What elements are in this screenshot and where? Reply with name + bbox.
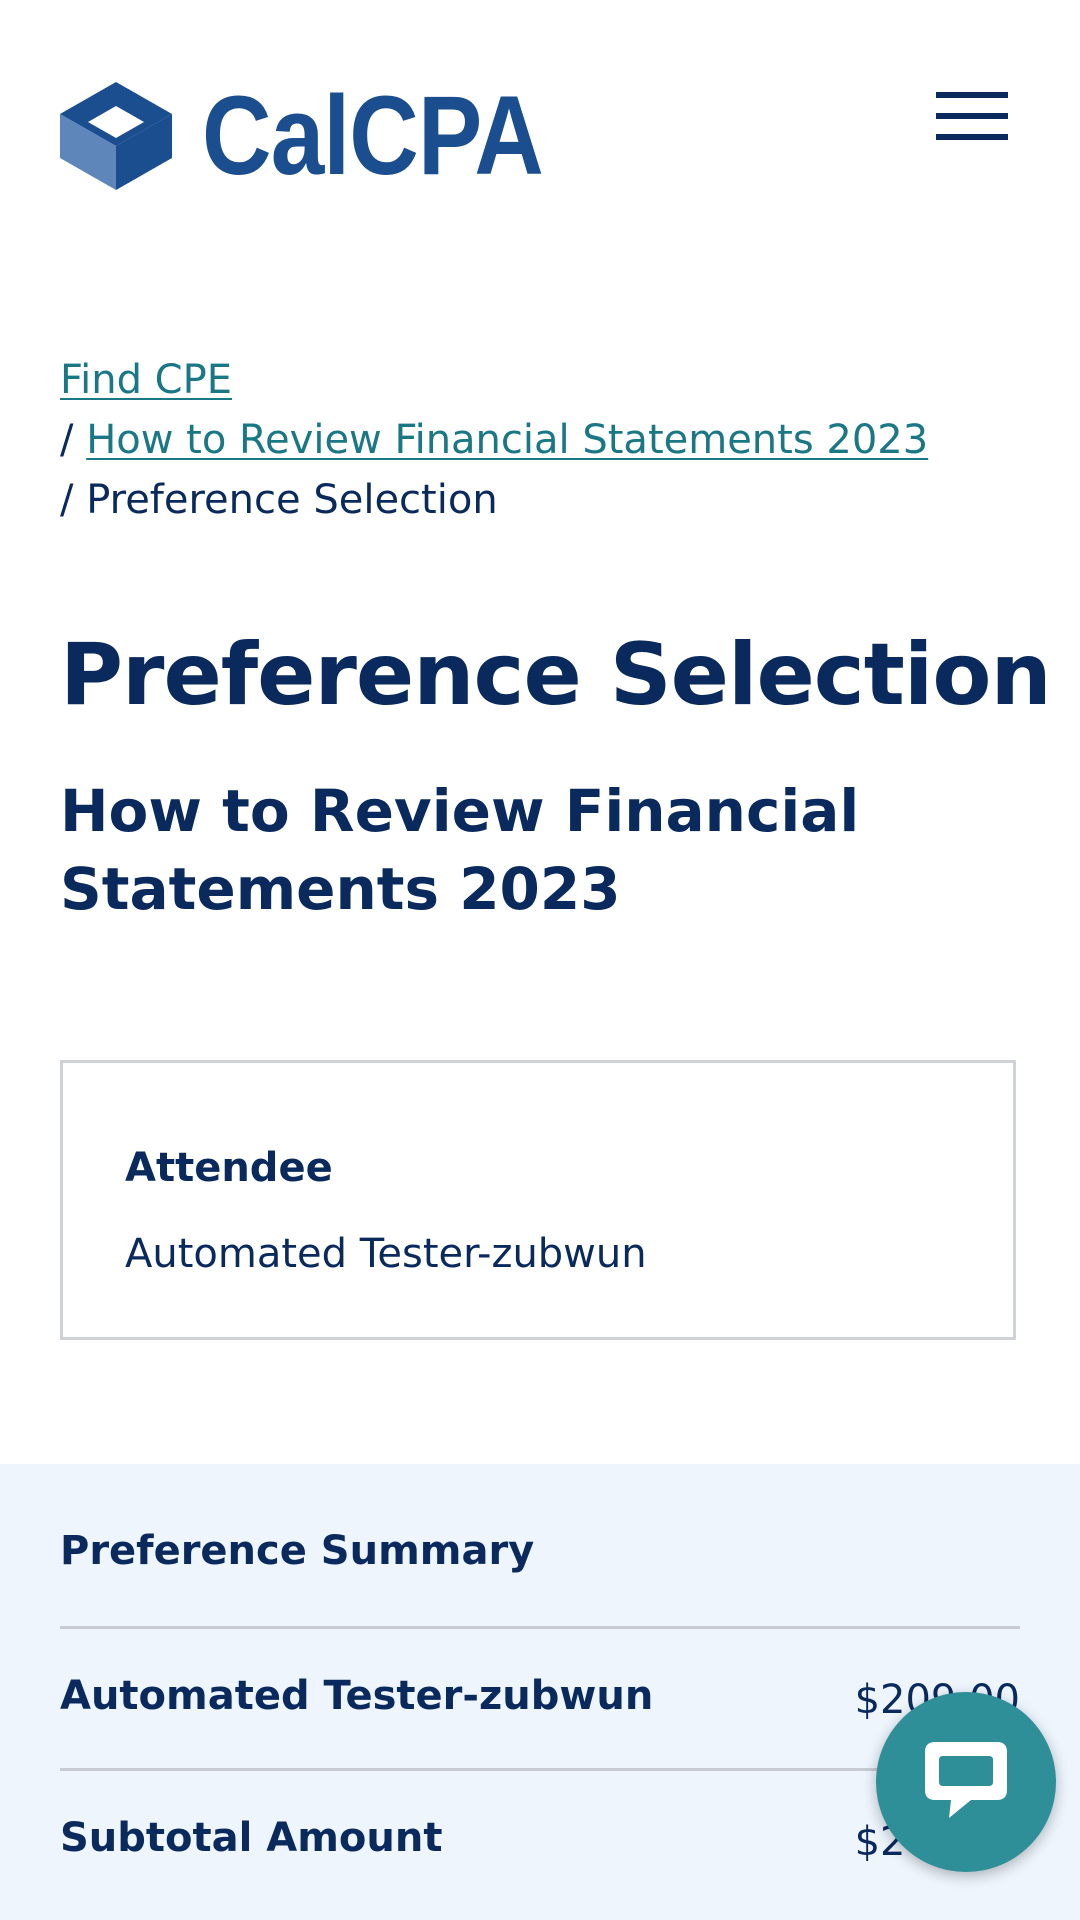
calcpa-logo-mark-icon [60, 82, 172, 190]
summary-row-attendee: Automated Tester-zubwun $209.00 [60, 1666, 1020, 1726]
site-header: CalCPA [0, 0, 1080, 240]
breadcrumb-separator: / [60, 417, 74, 463]
summary-title: Preference Summary [60, 1528, 535, 1574]
breadcrumb-link-course[interactable]: How to Review Financial Statements 2023 [86, 417, 928, 463]
live-chat-button[interactable] [876, 1692, 1056, 1872]
page-title: Preference Selection [60, 625, 1052, 725]
course-title: How to Review Financial Statements 2023 [60, 777, 860, 923]
breadcrumb: Find CPE / How to Review Financial State… [60, 350, 1020, 530]
attendee-name: Automated Tester-zubwun [125, 1231, 647, 1277]
breadcrumb-current: Preference Selection [86, 477, 498, 523]
summary-row-label: Automated Tester-zubwun [60, 1673, 654, 1719]
attendee-card: Attendee Automated Tester-zubwun [60, 1060, 1016, 1340]
summary-row-label: Subtotal Amount [60, 1815, 443, 1861]
summary-divider [60, 1626, 1020, 1629]
calcpa-logo[interactable]: CalCPA [60, 80, 598, 192]
logo-wordmark: CalCPA [202, 73, 544, 198]
chat-bubble-icon [925, 1742, 1007, 1818]
attendee-label: Attendee [125, 1145, 333, 1191]
breadcrumb-separator: / [60, 477, 74, 523]
hamburger-menu-icon[interactable] [936, 92, 1008, 144]
breadcrumb-link-find-cpe[interactable]: Find CPE [60, 357, 232, 403]
summary-row-subtotal: Subtotal Amount $209.00 [60, 1808, 1020, 1868]
